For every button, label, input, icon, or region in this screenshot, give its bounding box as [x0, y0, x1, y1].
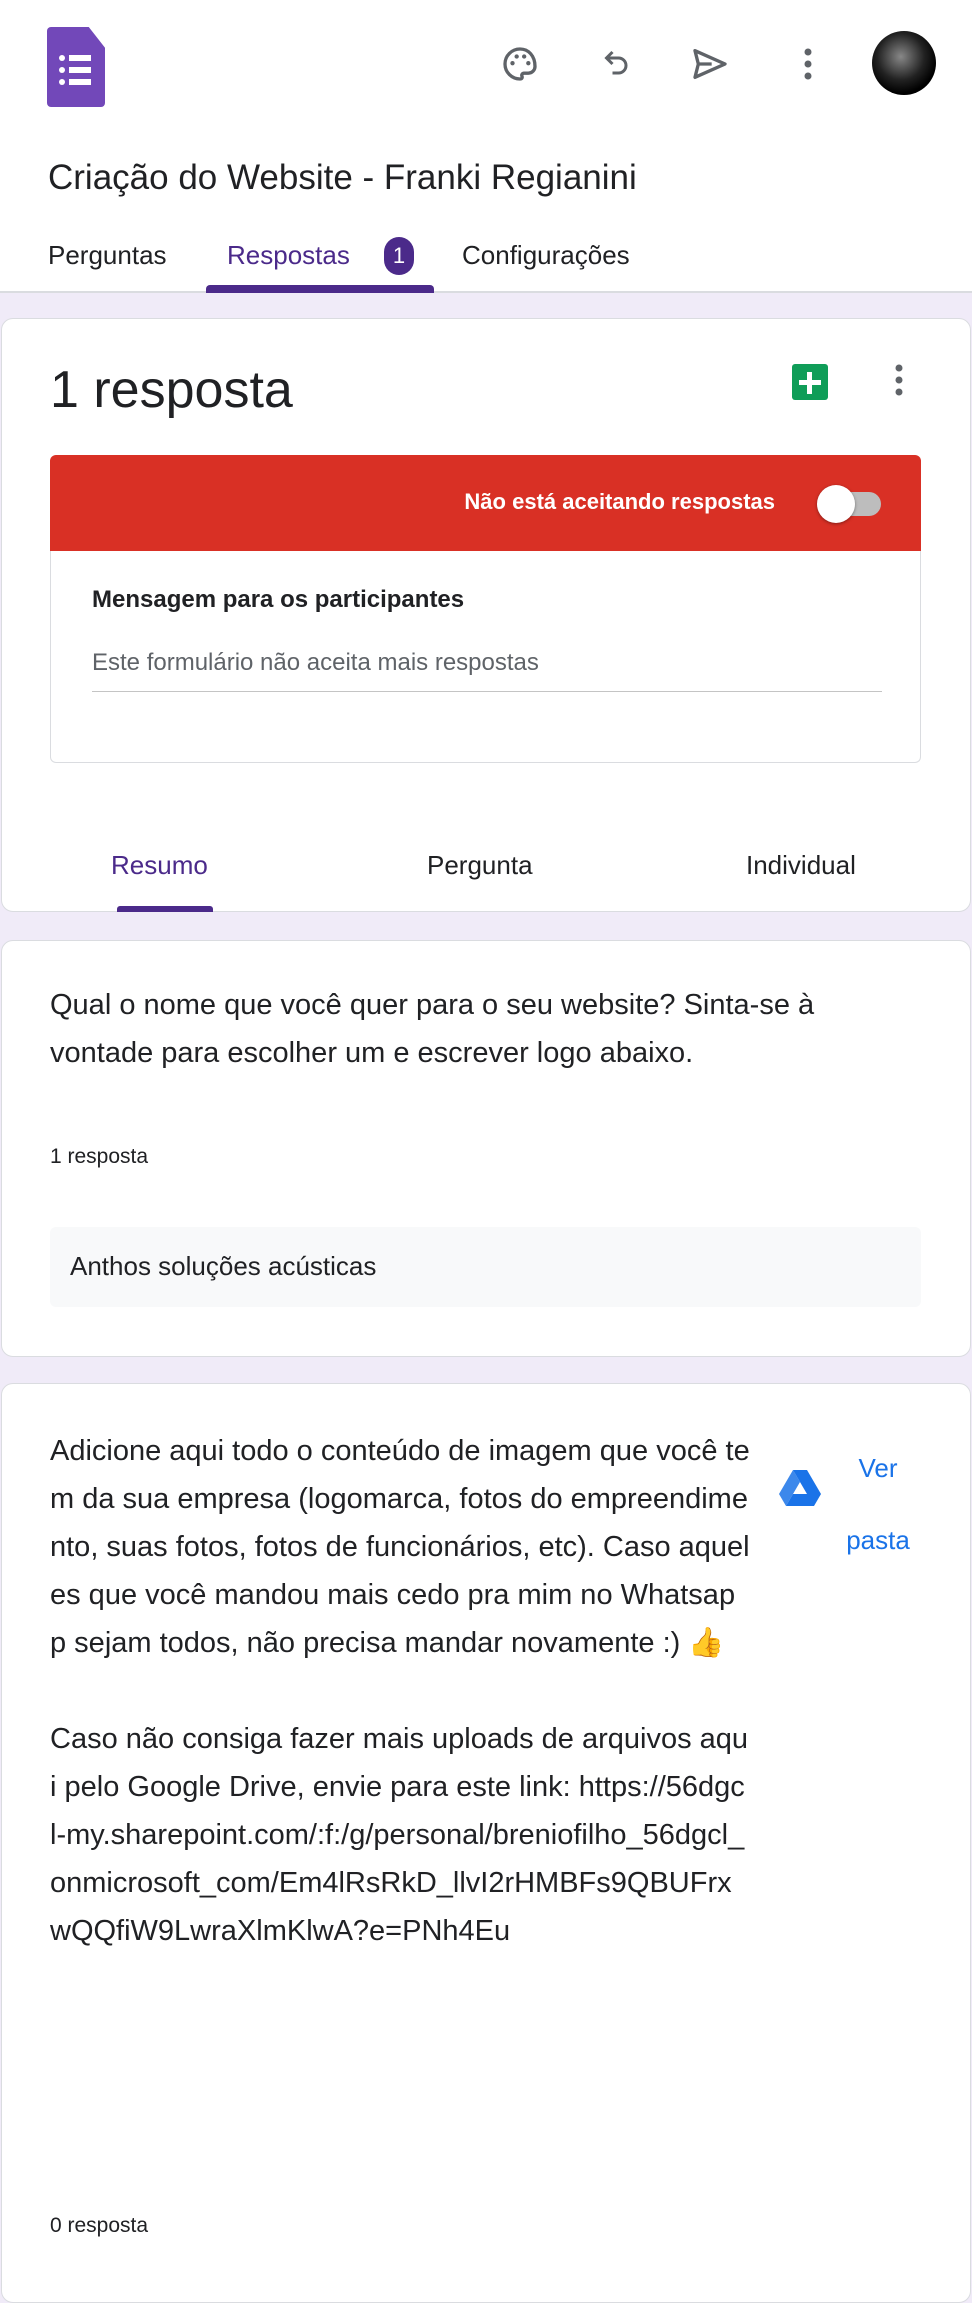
palette-icon[interactable]	[498, 42, 542, 86]
subtab-pergunta[interactable]: Pergunta	[427, 850, 533, 881]
more-vert-icon[interactable]	[895, 364, 903, 401]
view-folder-link[interactable]: Ver pasta	[838, 1432, 918, 1576]
google-drive-icon[interactable]	[778, 1468, 822, 1513]
subtab-individual[interactable]: Individual	[746, 850, 856, 881]
question-text: Qual o nome que você quer para o seu web…	[50, 989, 815, 1069]
tab-perguntas[interactable]: Perguntas	[48, 240, 167, 271]
sheets-icon[interactable]	[792, 364, 828, 400]
avatar[interactable]	[872, 31, 936, 95]
message-input[interactable]: Este formulário não aceita mais resposta…	[92, 649, 882, 692]
tab-configuracoes[interactable]: Configurações	[462, 240, 630, 271]
tab-respostas[interactable]: Respostas	[227, 240, 350, 271]
question-text: Adicione aqui todo o conteúdo de imagem …	[50, 1435, 750, 1947]
responses-badge: 1	[384, 237, 414, 275]
banner-text: Não está aceitando respostas	[464, 489, 775, 514]
message-box: Mensagem para os participantes Este form…	[50, 551, 921, 763]
question-response-count: 1 resposta	[50, 1145, 149, 1168]
response-count: 1 resposta	[50, 361, 293, 419]
subtab-resumo[interactable]: Resumo	[111, 850, 208, 881]
accepting-responses-banner: Não está aceitando respostas	[50, 455, 921, 551]
more-vert-icon[interactable]	[786, 42, 830, 86]
message-label: Mensagem para os participantes	[92, 586, 465, 613]
app-header: Criação do Website - Franki Regianini Pe…	[0, 0, 972, 293]
toggle-knob[interactable]	[817, 485, 855, 523]
question-response-count: 0 resposta	[50, 2214, 149, 2237]
active-subtab-indicator	[117, 906, 213, 912]
active-tab-indicator	[206, 285, 434, 293]
answer-item: Anthos soluções acústicas	[50, 1227, 921, 1307]
undo-icon[interactable]	[595, 42, 639, 86]
forms-logo-icon[interactable]	[47, 27, 105, 107]
form-title: Criação do Website - Franki Regianini	[48, 158, 637, 197]
send-icon[interactable]	[688, 42, 732, 86]
